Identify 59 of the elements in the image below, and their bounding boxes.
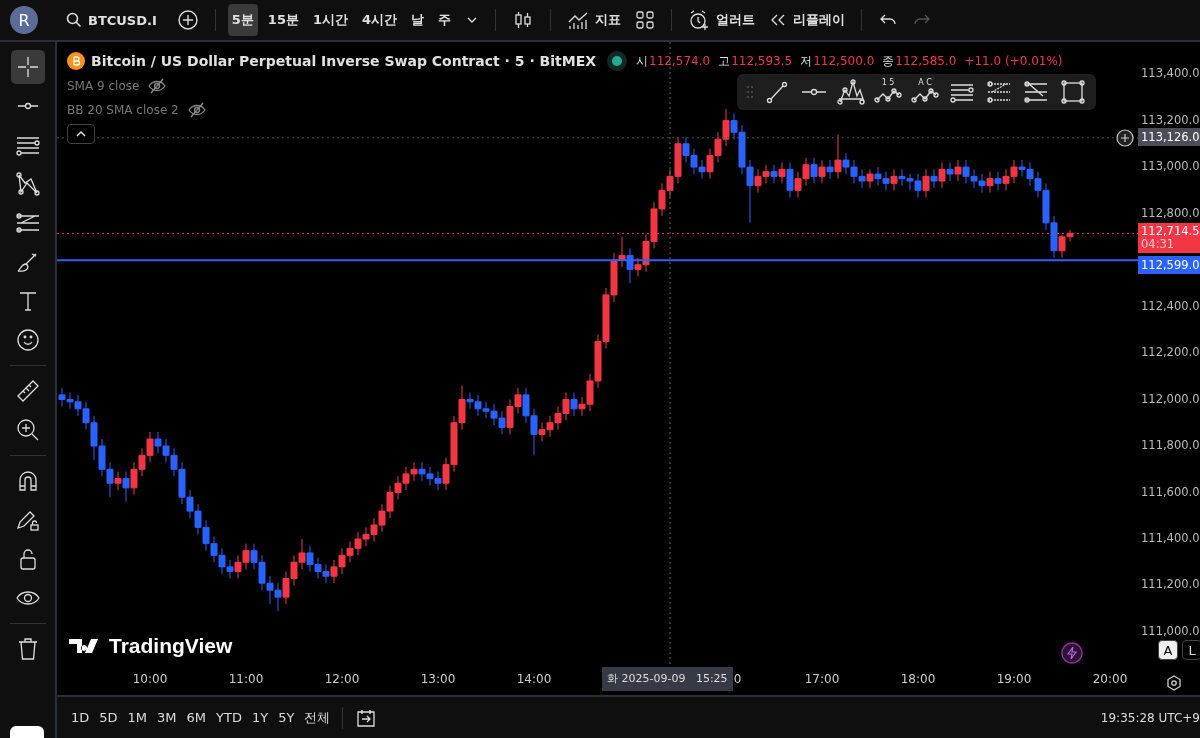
ohlc-value: 고 112,593.5	[718, 52, 793, 70]
indicator-name[interactable]: SMA 9 close	[67, 79, 140, 93]
range-button[interactable]: YTD	[212, 706, 246, 729]
clock: 19:35:28 UTC+9	[1100, 710, 1200, 725]
interval-button[interactable]: 15분	[263, 4, 303, 36]
price-label: 113,200.0	[1141, 112, 1200, 127]
price-tag: 112,599.0	[1138, 256, 1200, 275]
range-button[interactable]: 6M	[182, 706, 211, 729]
price-label: 113,400.0	[1141, 66, 1200, 81]
price-label: 111,400.0	[1141, 531, 1200, 545]
interval-button[interactable]: 주	[434, 4, 456, 36]
alert-button[interactable]: 얼러트	[684, 5, 760, 35]
price-label: 112,400.0	[1141, 298, 1200, 313]
price-label: 111,600.0	[1141, 484, 1200, 499]
crosshair-time-label: 화 2025-09-09 15:25	[602, 667, 733, 691]
range-button[interactable]: 1M	[123, 706, 152, 729]
range-button[interactable]: 1D	[67, 706, 94, 729]
price-change: +11.0 (+0.01%)	[964, 54, 1063, 68]
price-label: 112,000.0	[1141, 391, 1200, 406]
logo-text: TradingView	[109, 634, 233, 658]
symbol-title[interactable]: Bitcoin / US Dollar Perpetual Inverse Swap Contract · 5 · BitMEX	[91, 53, 597, 69]
price-label: 112,200.0	[1141, 345, 1200, 360]
time-label: 18:00	[900, 672, 936, 686]
user-avatar[interactable]: R	[10, 6, 38, 34]
price-label: 111,000.0	[1141, 624, 1200, 638]
time-label: 13:00	[420, 672, 456, 686]
range-button[interactable]: 전체	[300, 704, 335, 731]
time-label: 10:00	[132, 672, 168, 686]
price-label: 111,200.0	[1141, 577, 1200, 592]
time-label: 11:00	[228, 672, 264, 686]
replay-button[interactable]: 리플레이	[765, 7, 850, 33]
time-label: 17:00	[804, 672, 840, 686]
symbol-search[interactable]: BTCUSD.I	[62, 8, 161, 32]
time-label: 20:00	[1092, 672, 1128, 686]
ohlc-value: 저 112,500.0	[800, 52, 875, 70]
range-button[interactable]: 5Y	[274, 706, 299, 729]
interval-button[interactable]: 날	[407, 4, 429, 36]
scale-mode-button[interactable]: L	[1182, 640, 1200, 660]
indicators-button[interactable]: 지표	[563, 6, 626, 34]
scale-mode-button[interactable]: A	[1158, 640, 1178, 660]
range-button[interactable]: 1Y	[247, 706, 273, 729]
price-tag: 113,126.0	[1138, 127, 1200, 146]
time-label: 19:00	[996, 672, 1032, 686]
countdown: 04:31	[1141, 238, 1176, 252]
price-label: 111,800.0	[1141, 438, 1200, 452]
time-label: 0	[733, 672, 742, 686]
interval-button[interactable]: 1시간	[308, 4, 352, 36]
range-button[interactable]: 3M	[153, 706, 181, 729]
price-label: 112,800.0	[1141, 205, 1200, 220]
ohlc-value: 종 112,585.0	[882, 52, 957, 70]
indicator-name[interactable]: BB 20 SMA close 2	[67, 103, 179, 117]
interval-button[interactable]: 5분	[227, 4, 258, 36]
range-button[interactable]: 5D	[95, 706, 122, 729]
time-label: 12:00	[324, 672, 360, 686]
last-price: 112,714.5	[1141, 225, 1200, 239]
price-label: 113,000.0	[1141, 159, 1200, 174]
ohlc-value: 시 112,574.0	[636, 52, 711, 70]
time-label: 14:00	[516, 672, 552, 686]
interval-button[interactable]: 4시간	[358, 4, 402, 36]
